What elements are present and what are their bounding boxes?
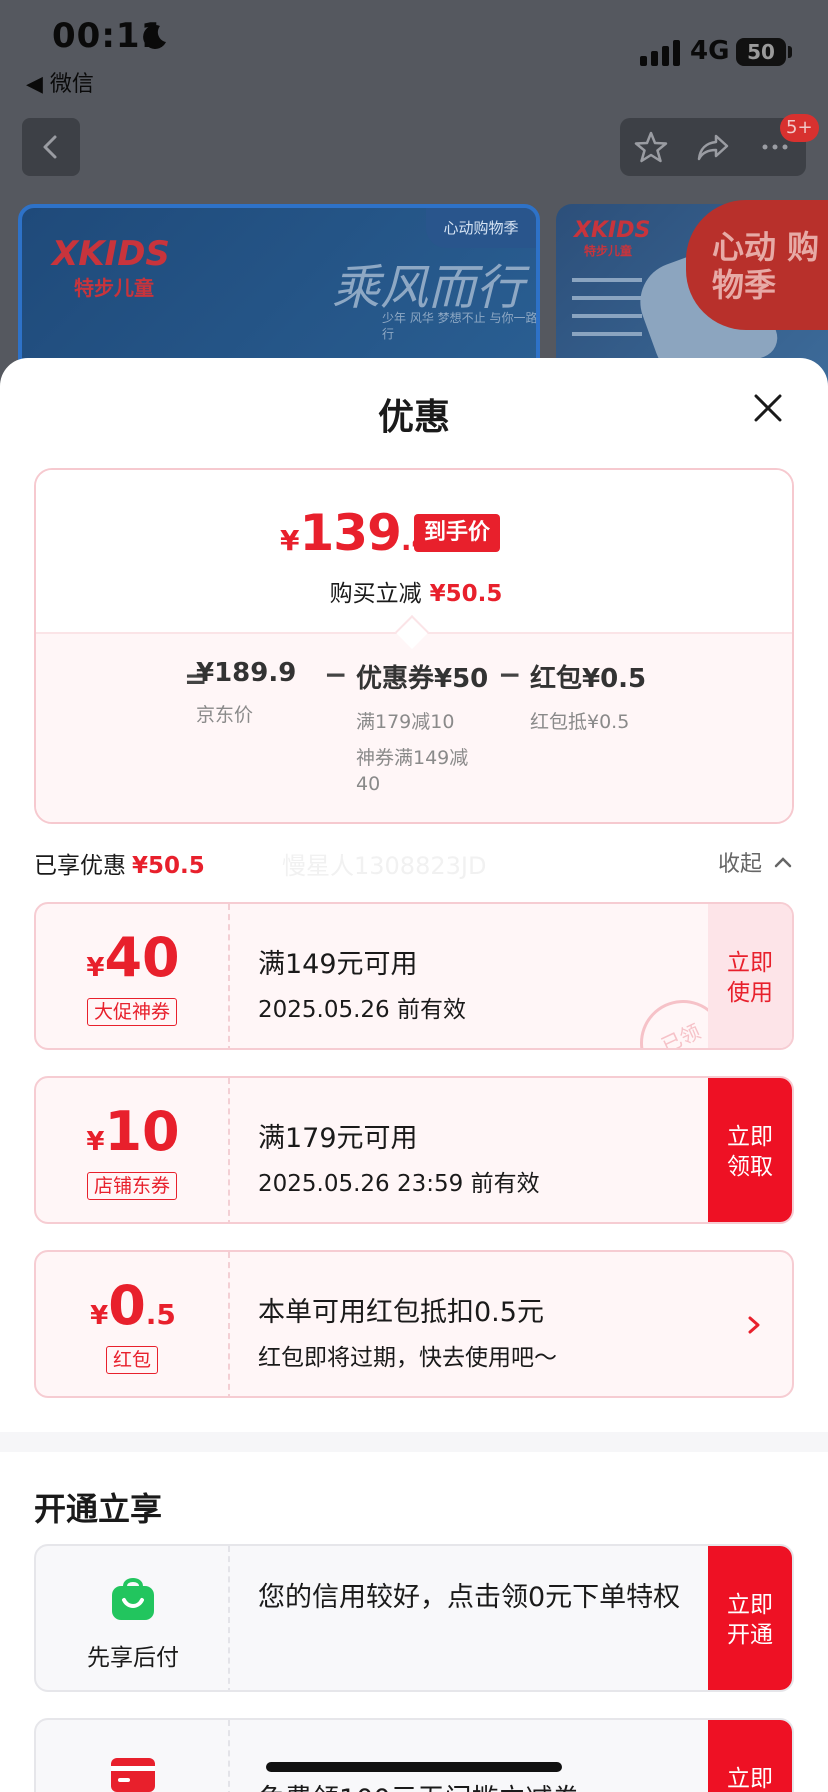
- coupon-integer: 0: [108, 1274, 146, 1337]
- chevron-right-icon[interactable]: [742, 1310, 766, 1340]
- banner-tag: 心动购物季: [426, 208, 536, 248]
- price-summary-card: ¥ 139 .4 到手价 购买立减¥50.5 = ¥189.9 京东价 − 优惠…: [34, 468, 794, 824]
- battery-level: 50: [747, 40, 775, 64]
- collapse-label: 收起: [717, 852, 762, 877]
- coupon-type-tag: 大促神券: [86, 998, 177, 1026]
- enjoyed-row: 已享优惠 ¥50.5 慢星人1308823JD 收起: [34, 836, 794, 886]
- coupon-card[interactable]: ¥40 大促神券 满149元可用 2025.05.26 前有效 已领 立即 使用: [34, 902, 794, 1050]
- coupon-value-block: ¥10 店铺东券: [36, 1078, 230, 1222]
- saving-label: 购买立减: [329, 581, 422, 607]
- brand-logo: XKIDS: [52, 234, 170, 274]
- coupon-symbol: ¥: [86, 1127, 105, 1157]
- redpack-detail: 红包抵¥0.5: [530, 711, 630, 733]
- coupon-total: 优惠券¥50: [356, 664, 489, 694]
- collapse-button[interactable]: 收起: [718, 846, 794, 878]
- network-label: 4G: [690, 36, 730, 66]
- service-description: 免费领100元无门槛立减券: [258, 1782, 698, 1792]
- moon-icon: [143, 24, 166, 49]
- minus-sign: −: [324, 658, 348, 691]
- enjoyed-amount: ¥50.5: [132, 853, 205, 879]
- service-label: 先享后付: [87, 1645, 179, 1671]
- section-divider: [0, 1432, 828, 1452]
- close-icon[interactable]: [748, 388, 788, 428]
- redpack-condition: 本单可用红包抵扣0.5元: [258, 1297, 544, 1328]
- coupon-condition: 满179元可用: [258, 1123, 418, 1154]
- coupon-detail-3: 40: [356, 773, 381, 795]
- share-icon[interactable]: [696, 130, 730, 164]
- chevron-up-icon: [774, 857, 792, 868]
- coupon-value-block: ¥0.5 红包: [36, 1252, 230, 1396]
- coupon-type-tag: 店铺东券: [86, 1172, 177, 1200]
- coupon-value-block: ¥40 大促神券: [36, 904, 230, 1048]
- coupon-detail-2: 神券满149减: [356, 747, 469, 769]
- redpack-col: 红包¥0.5 红包抵¥0.5: [530, 658, 646, 735]
- star-icon[interactable]: [634, 130, 668, 164]
- coupon-expiry: 2025.05.26 23:59 前有效: [258, 1171, 540, 1197]
- discount-sheet: 优惠 ¥ 139 .4 到手价 购买立减¥50.5 = ¥189.9 京东价 −…: [0, 358, 828, 1792]
- back-to-wechat[interactable]: ◀ 微信: [26, 66, 94, 98]
- final-price-symbol: ¥: [280, 524, 300, 557]
- jd-price: ¥189.9: [196, 658, 297, 688]
- message-badge: 5+: [780, 114, 819, 142]
- minus-sign: −: [498, 658, 522, 691]
- chevron-left-icon: [43, 135, 57, 159]
- service-icon-block: 先享后付: [36, 1546, 230, 1690]
- coupon-integer: 10: [104, 1100, 180, 1163]
- brand-logo-sub: 特步儿童: [74, 276, 154, 300]
- redpack-total: 红包¥0.5: [530, 664, 647, 694]
- jd-price-label: 京东价: [196, 704, 254, 726]
- promo-badge: 心动 购物季: [686, 200, 828, 330]
- bag-smile-icon: [112, 1578, 154, 1620]
- enjoyed-discount: 已享优惠 ¥50.5: [34, 846, 205, 880]
- coupon-col: 优惠券¥50 满179减10 神券满149减 40: [356, 658, 488, 797]
- sheet-title: 优惠: [377, 397, 450, 438]
- coupon-detail: 满179减10 神券满149减 40: [356, 709, 488, 797]
- coupon-decimal: .5: [145, 1298, 176, 1331]
- activate-now-button[interactable]: 立即 开通: [708, 1546, 792, 1690]
- home-indicator: [266, 1762, 562, 1772]
- coupon-expiry: 2025.05.26 前有效: [258, 997, 466, 1023]
- watermark: 慢星人1308823JD: [282, 852, 487, 880]
- coupon-amount: ¥40: [36, 930, 230, 986]
- coupon-symbol: ¥: [86, 953, 105, 983]
- section-title: 开通立享: [34, 1490, 163, 1528]
- coupon-type-tag: 红包: [105, 1346, 158, 1374]
- nav-actions: [620, 118, 806, 176]
- status-bar: 00:11 ◀ 微信 4G 50: [0, 0, 828, 100]
- service-icon-block: [36, 1720, 230, 1792]
- back-button[interactable]: [22, 118, 80, 176]
- service-card[interactable]: 免费领100元无门槛立减券 立即: [34, 1718, 794, 1792]
- activate-now-button[interactable]: 立即: [708, 1720, 792, 1792]
- signal-icon: [640, 40, 680, 66]
- final-price-tag: 到手价: [414, 514, 501, 552]
- coupon-amount: ¥10: [36, 1104, 230, 1160]
- coupon-card[interactable]: ¥10 店铺东券 满179元可用 2025.05.26 23:59 前有效 立即…: [34, 1076, 794, 1224]
- final-price: ¥ 139 .4: [280, 504, 431, 562]
- claim-now-button[interactable]: 立即 领取: [708, 1078, 792, 1222]
- summary-top: ¥ 139 .4 到手价 购买立减 ¥50.5: [36, 470, 792, 632]
- coupon-amount: ¥0.5: [36, 1278, 230, 1334]
- service-description: 您的信用较好，点击领0元下单特权: [258, 1582, 681, 1613]
- thumbnail-logo-sub: 特步儿童: [584, 244, 633, 258]
- battery-icon: 50: [736, 38, 786, 66]
- redpack-card[interactable]: ¥0.5 红包 本单可用红包抵扣0.5元 红包即将过期，快去使用吧～: [34, 1250, 794, 1398]
- saving-line: 购买立减 ¥50.5: [36, 574, 792, 608]
- coupon-symbol: ¥: [90, 1301, 109, 1331]
- coupon-detail-1: 满179减10: [356, 711, 455, 733]
- coupon-condition: 满149元可用: [258, 949, 418, 980]
- battery-tip: [788, 46, 792, 58]
- banner-script-sub: 少年 风华 梦想不止 与你一路同行: [382, 311, 540, 341]
- banner-script: 乘风而行: [332, 260, 525, 316]
- card-icon: [111, 1758, 155, 1792]
- enjoyed-label: 已享优惠: [34, 853, 126, 879]
- redpack-expiry-hint: 红包即将过期，快去使用吧～: [258, 1345, 557, 1371]
- final-price-integer: 139: [299, 504, 401, 562]
- service-card[interactable]: 先享后付 您的信用较好，点击领0元下单特权 立即 开通: [34, 1544, 794, 1692]
- use-now-button[interactable]: 立即 使用: [708, 904, 792, 1048]
- thumbnail-logo: XKIDS: [574, 218, 651, 243]
- jd-price-col: ¥189.9 京东价: [196, 658, 296, 728]
- coupon-integer: 40: [104, 926, 180, 989]
- saving-amount: ¥50.5: [429, 581, 503, 607]
